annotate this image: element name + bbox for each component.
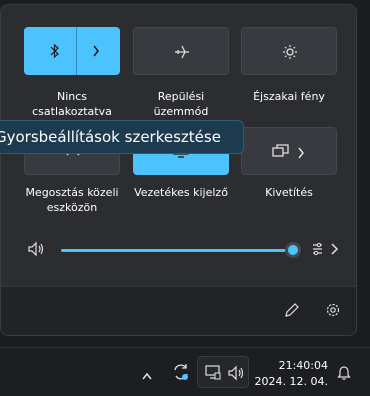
tray-network-volume-group[interactable] [197, 356, 249, 388]
wired-display-tile-label: Vezetékes kijelző [134, 186, 228, 199]
airplane-mode-tile[interactable] [133, 27, 229, 75]
clock-time: 21:40:04 [278, 359, 328, 372]
taskbar-clock[interactable]: 21:40:04 2024. 12. 04. [255, 358, 328, 390]
bluetooth-tile-label: Nincs csatlakoztatva [32, 90, 112, 118]
speaker-icon[interactable] [27, 241, 45, 261]
volume-slider-thumb[interactable] [285, 242, 301, 258]
clock-date: 2024. 12. 04. [254, 375, 328, 388]
chevron-right-icon[interactable] [92, 43, 100, 62]
chevron-up-icon[interactable] [141, 366, 153, 385]
airplane-icon [173, 43, 191, 65]
settings-gear-icon[interactable] [325, 302, 341, 322]
notification-bell-icon[interactable] [337, 364, 351, 384]
tray-volume-icon [227, 365, 245, 385]
project-tile-label: Kivetítés [265, 186, 313, 199]
network-ethernet-icon [204, 364, 222, 386]
night-light-tile[interactable] [241, 27, 337, 75]
quick-settings-panel: Nincs csatlakoztatva Repülési üzemmód Éjsz… [0, 4, 357, 336]
taskbar: 21:40:04 2024. 12. 04. [0, 347, 370, 396]
audio-output-icon[interactable] [312, 241, 340, 261]
volume-slider-fill [61, 249, 293, 252]
project-tile[interactable] [241, 127, 337, 175]
volume-slider[interactable] [61, 242, 301, 258]
nearby-share-tile-label: Megosztás közeli eszközön [25, 186, 119, 214]
chevron-right-icon[interactable] [297, 145, 305, 164]
quick-settings-footer [1, 286, 356, 335]
update-sync-icon[interactable] [171, 362, 191, 386]
tile-divider [76, 27, 77, 75]
bluetooth-icon [50, 43, 60, 63]
airplane-mode-tile-label: Repülési üzemmód [153, 90, 209, 118]
edit-quick-settings-tooltip: Gyorsbeállítások szerkesztése [0, 120, 244, 154]
night-light-tile-label: Éjszakai fény [253, 90, 325, 103]
bluetooth-tile[interactable] [24, 27, 120, 75]
night-light-icon [281, 43, 299, 65]
edit-pencil-icon[interactable] [284, 302, 300, 322]
project-icon [272, 144, 290, 164]
